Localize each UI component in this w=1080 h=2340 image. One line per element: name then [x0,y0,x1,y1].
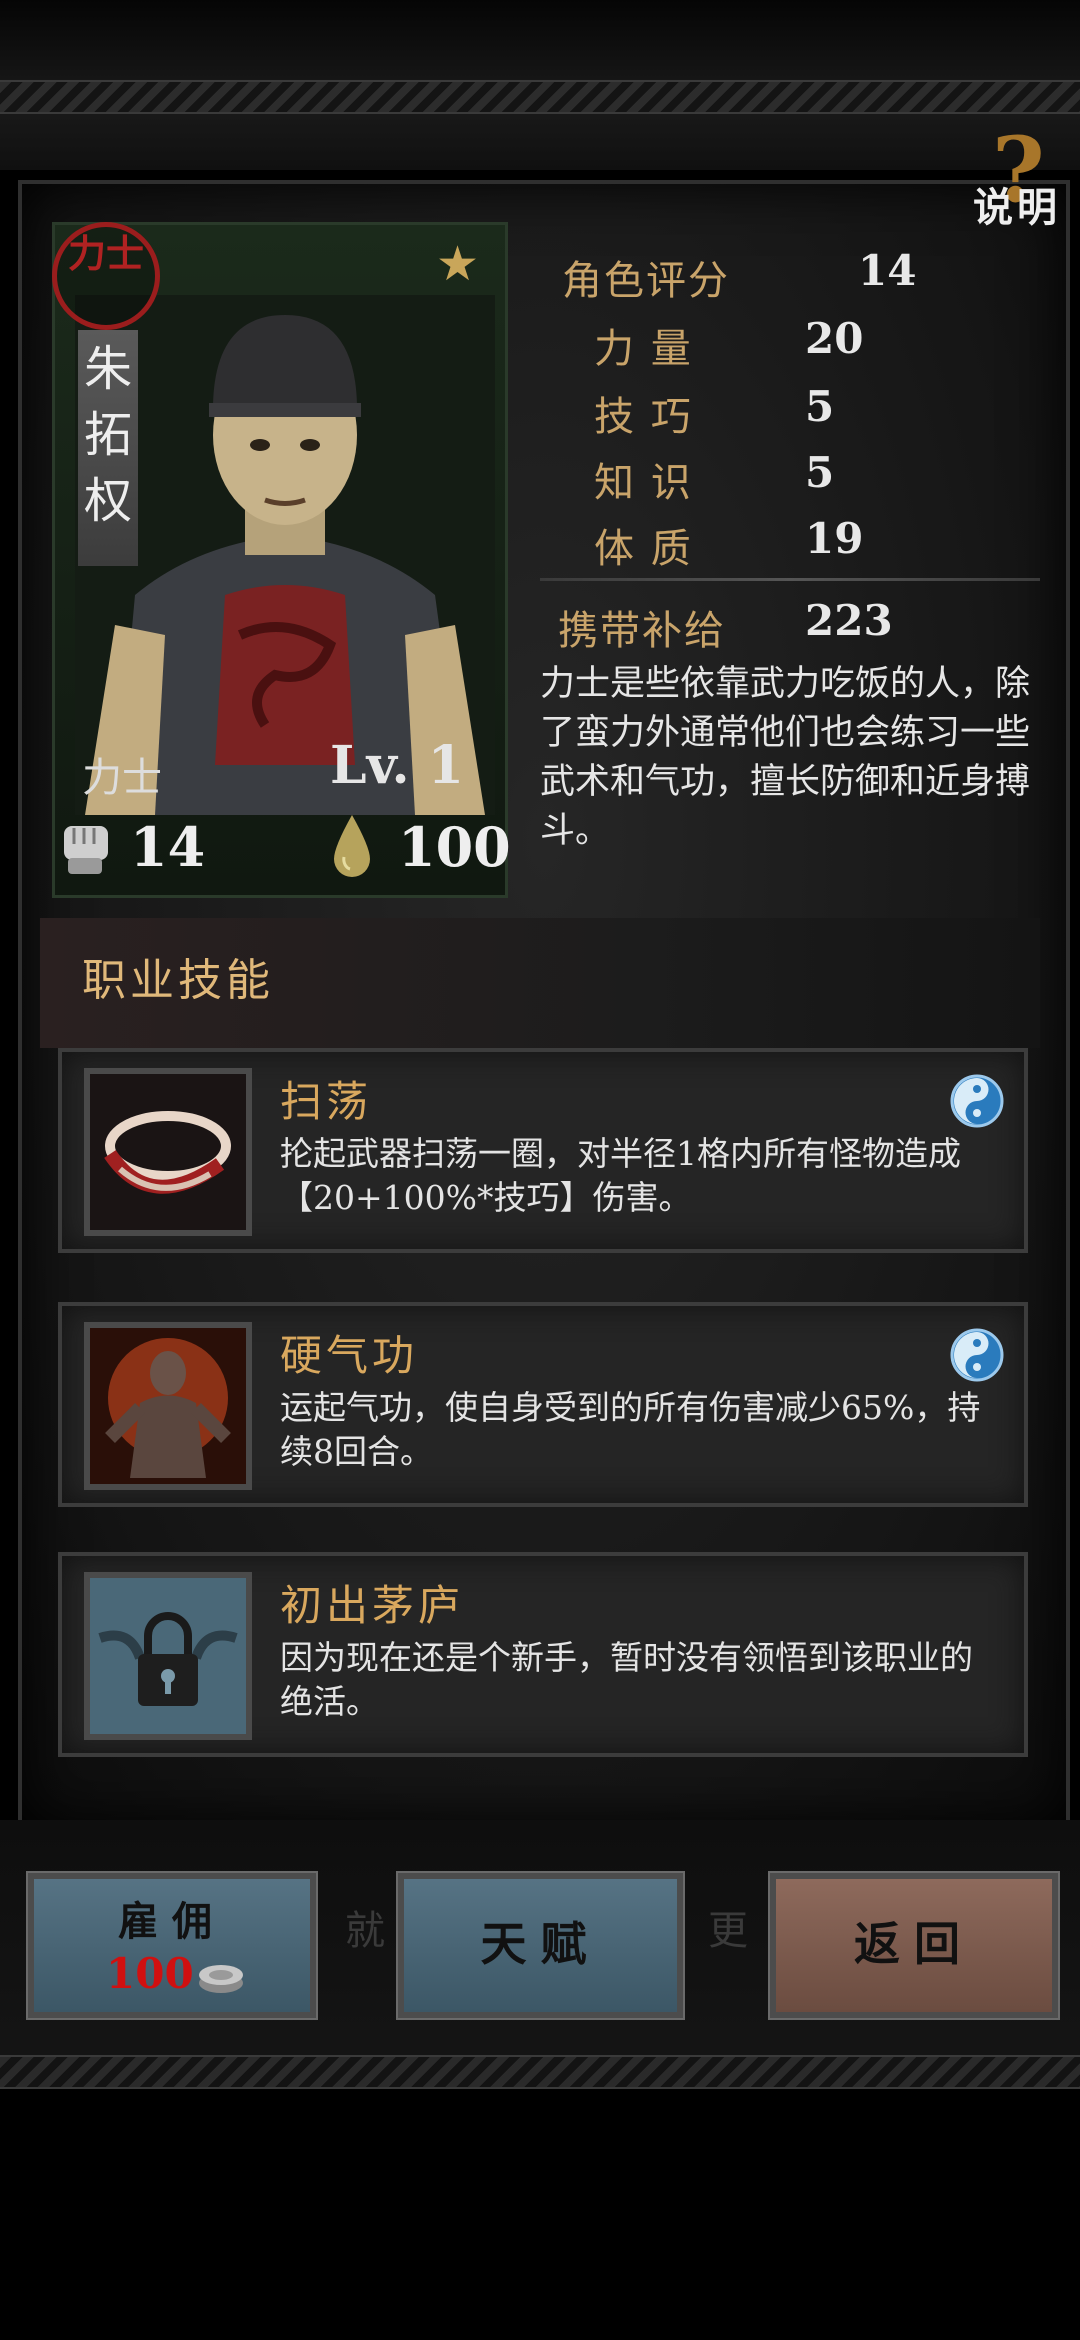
power-value: 14 [130,815,206,879]
skills-header: 职业技能 [82,955,274,1006]
coin-icon [199,1965,243,1993]
character-name: 朱 拓 权 [78,330,138,566]
hire-button[interactable]: 雇佣 100 [26,1871,318,2020]
name-char: 权 [83,473,132,529]
stat-value-rating: 14 [858,246,917,295]
yin-yang-icon [950,1074,1004,1128]
help-button[interactable]: ? 说明 [962,125,1072,231]
skill-title: 扫荡 [280,1077,373,1126]
level-label: Lv. 1 [330,735,464,796]
stat-value-knowledge: 5 [805,448,835,497]
stat-label-constitution: 体 质 [594,526,693,572]
skill-card[interactable]: 扫荡 抡起武器扫荡一圈，对半径1格内所有怪物造成【20+100%*技巧】伤害。 [58,1048,1028,1253]
skill-text: 因为现在还是个新手，暂时没有领悟到该职业的绝活。 [280,1638,973,1721]
yin-yang-icon [950,1328,1004,1382]
stat-label-knowledge: 知 识 [594,460,693,506]
skill-text: 运起气功，使自身受到的所有伤害减少65%，持续8回合。 [280,1388,981,1471]
qigong-icon [84,1322,252,1490]
background-text: 更 [708,1908,748,1954]
stat-label-strength: 力 量 [594,326,693,372]
class-label: 力士 [82,755,162,801]
sweep-icon [84,1068,252,1236]
skill-card[interactable]: 硬气功 运起气功，使自身受到的所有伤害减少65%，持续8回合。 [58,1302,1028,1507]
stats-divider [540,578,1040,581]
class-seal: 力士 [52,222,160,330]
skill-title: 硬气功 [280,1331,419,1380]
class-description: 力士是些依靠武力吃饭的人，除了蛮力外通常他们也会练习一些武术和气功，擅长防御和近… [540,664,1031,851]
stat-value-strength: 20 [805,314,864,363]
bottom-decorative-border [0,2055,1080,2089]
skill-card[interactable]: 初出茅庐 因为现在还是个新手，暂时没有领悟到该职业的绝活。 [58,1552,1028,1757]
water-value: 100 [398,815,511,879]
stat-value-supplies: 223 [805,596,893,645]
background-text: 就 [345,1908,385,1954]
hire-cost: 100 [106,1949,194,1998]
name-char: 朱 [83,341,132,397]
locked-icon [84,1572,252,1740]
back-label: 返回 [854,1917,974,1971]
back-button[interactable]: 返回 [768,1871,1060,2020]
stat-label-skill: 技 巧 [594,394,693,440]
stat-value-constitution: 19 [805,514,864,563]
talent-button[interactable]: 天赋 [396,1871,685,2020]
fist-icon [64,826,108,874]
hire-label: 雇佣 [118,1898,226,1945]
star-icon: ★ [436,236,480,292]
stat-label-supplies: 携带补给 [558,608,726,654]
name-char: 拓 [83,407,132,463]
water-drop-icon [334,815,370,877]
talent-label: 天赋 [480,1917,601,1971]
stat-value-skill: 5 [805,382,835,431]
skill-text: 抡起武器扫荡一圈，对半径1格内所有怪物造成【20+100%*技巧】伤害。 [280,1134,961,1217]
top-decorative-border [0,80,1080,114]
help-label: 说明 [973,184,1061,231]
skill-title: 初出茅庐 [280,1581,465,1630]
stat-label-rating: 角色评分 [562,258,730,304]
